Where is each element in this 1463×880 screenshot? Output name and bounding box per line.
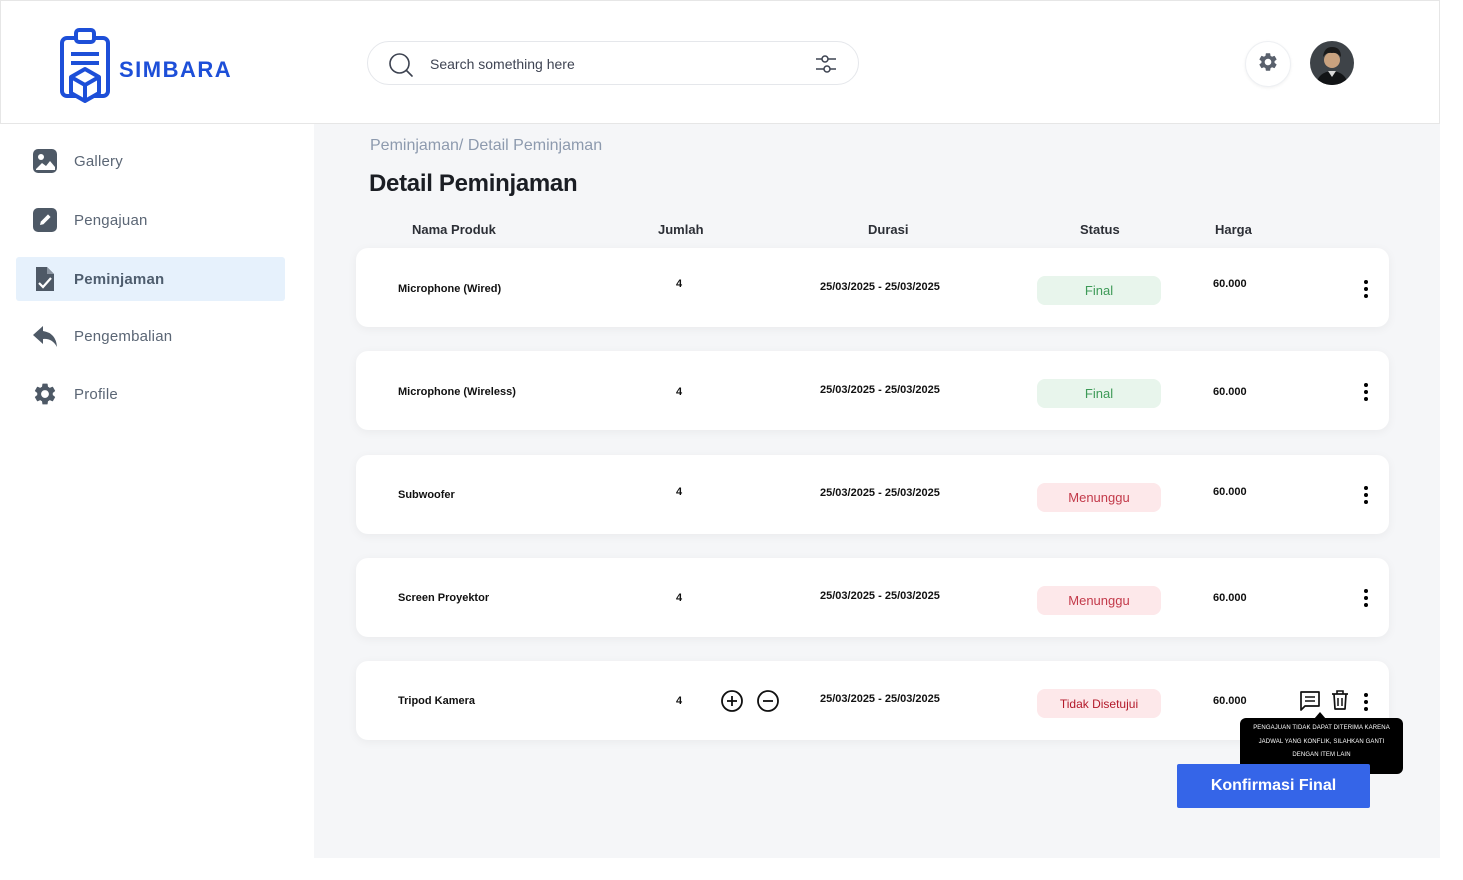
column-header-price: Harga <box>1215 222 1252 237</box>
rental-duration: 25/03/2025 - 25/03/2025 <box>820 590 940 602</box>
table-row: Microphone (Wired) 4 25/03/2025 - 25/03/… <box>356 248 1389 327</box>
product-qty: 4 <box>676 486 683 498</box>
sidebar-item-pengajuan[interactable]: Pengajuan <box>16 198 285 242</box>
sidebar-item-peminjaman[interactable]: Peminjaman <box>16 257 285 301</box>
sidebar-item-label: Profile <box>74 385 118 403</box>
product-price: 60.000 <box>1213 278 1247 290</box>
document-check-icon <box>32 266 58 292</box>
column-header-status: Status <box>1080 222 1120 237</box>
product-name: Subwoofer <box>398 489 455 501</box>
rental-duration: 25/03/2025 - 25/03/2025 <box>820 487 940 499</box>
image-icon <box>32 148 58 174</box>
product-name: Microphone (Wired) <box>398 283 502 295</box>
status-badge: Final <box>1037 276 1161 305</box>
column-header-qty: Jumlah <box>658 222 704 237</box>
search-bar <box>367 41 859 85</box>
more-options-icon[interactable] <box>1356 586 1376 610</box>
trash-icon[interactable] <box>1330 689 1352 711</box>
comment-icon[interactable] <box>1299 690 1321 712</box>
sidebar: Gallery Pengajuan Peminjaman Pengembalia… <box>0 124 314 858</box>
status-badge: Menunggu <box>1037 483 1161 512</box>
reply-icon <box>32 323 58 349</box>
table-row: Tripod Kamera 4 25/03/2025 - 25/03/2025 … <box>356 661 1389 740</box>
product-price: 60.000 <box>1213 695 1247 707</box>
table-row: Subwoofer 4 25/03/2025 - 25/03/2025 Menu… <box>356 455 1389 534</box>
app-frame: SIMBARA Search something here Gallery Pe… <box>0 0 1440 858</box>
product-price: 60.000 <box>1213 386 1247 398</box>
product-price: 60.000 <box>1213 592 1247 604</box>
more-options-icon[interactable] <box>1356 690 1376 714</box>
breadcrumb[interactable]: Peminjaman/ Detail Peminjaman <box>370 137 602 155</box>
product-qty: 4 <box>676 386 683 398</box>
column-header-duration: Durasi <box>868 222 909 237</box>
gear-icon <box>32 381 58 407</box>
avatar[interactable] <box>1310 41 1354 85</box>
search-input[interactable] <box>430 52 790 76</box>
sidebar-item-label: Gallery <box>74 152 123 170</box>
rental-duration: 25/03/2025 - 25/03/2025 <box>820 693 940 705</box>
settings-button[interactable] <box>1245 41 1291 87</box>
sidebar-item-profile[interactable]: Profile <box>16 372 285 416</box>
more-options-icon[interactable] <box>1356 483 1376 507</box>
table-row: Screen Proyektor 4 25/03/2025 - 25/03/20… <box>356 558 1389 637</box>
sidebar-item-label: Pengajuan <box>74 211 148 229</box>
filter-icon[interactable] <box>814 52 838 81</box>
sidebar-item-label: Peminjaman <box>74 270 165 288</box>
increment-qty-button[interactable] <box>720 689 744 713</box>
product-name: Microphone (Wireless) <box>398 386 516 398</box>
top-header: SIMBARA <box>0 0 1440 124</box>
decrement-qty-button[interactable] <box>756 689 780 713</box>
sidebar-item-gallery[interactable]: Gallery <box>16 139 285 183</box>
more-options-icon[interactable] <box>1356 277 1376 301</box>
rental-duration: 25/03/2025 - 25/03/2025 <box>820 384 940 396</box>
edit-icon <box>32 207 58 233</box>
main-content: Peminjaman/ Detail Peminjaman Detail Pem… <box>314 124 1440 858</box>
table-row: Microphone (Wireless) 4 25/03/2025 - 25/… <box>356 351 1389 430</box>
app-name: SIMBARA <box>119 56 233 82</box>
sidebar-item-pengembalian[interactable]: Pengembalian <box>16 314 285 358</box>
product-name: Screen Proyektor <box>398 592 490 604</box>
logo[interactable]: SIMBARA <box>57 27 232 112</box>
search-icon[interactable] <box>388 52 414 83</box>
gear-icon <box>1257 51 1279 78</box>
more-options-icon[interactable] <box>1356 380 1376 404</box>
rental-duration: 25/03/2025 - 25/03/2025 <box>820 281 940 293</box>
status-badge: Final <box>1037 379 1161 408</box>
column-header-name: Nama Produk <box>412 222 496 237</box>
product-price: 60.000 <box>1213 486 1247 498</box>
clipboard-logo-icon <box>57 27 113 112</box>
plus-circle-icon <box>721 690 743 712</box>
product-name: Tripod Kamera <box>398 695 476 707</box>
product-qty: 4 <box>676 695 683 707</box>
product-qty: 4 <box>676 278 683 290</box>
confirm-final-button[interactable]: Konfirmasi Final <box>1177 764 1370 808</box>
sidebar-item-label: Pengembalian <box>74 327 173 345</box>
status-badge: Menunggu <box>1037 586 1161 615</box>
minus-circle-icon <box>757 690 779 712</box>
product-qty: 4 <box>676 592 683 604</box>
status-badge: Tidak Disetujui <box>1037 689 1161 718</box>
page-title: Detail Peminjaman <box>369 170 578 197</box>
